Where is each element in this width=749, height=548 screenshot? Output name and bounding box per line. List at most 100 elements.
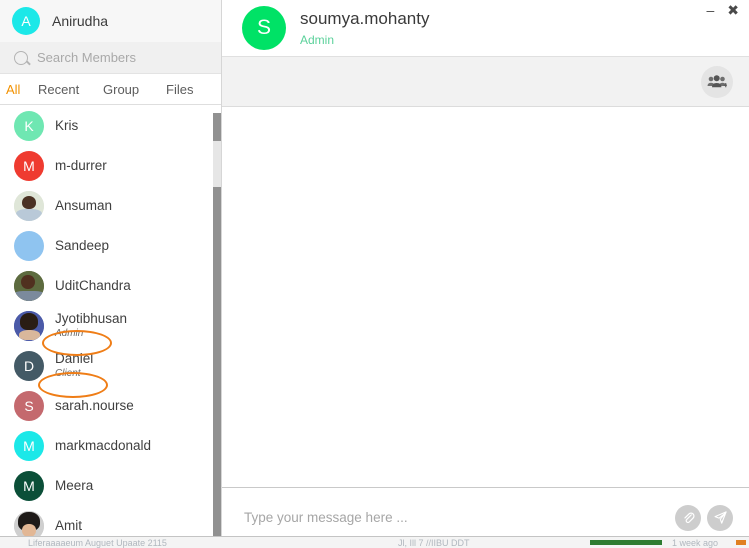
contact-text: Jyotibhusan Admin — [55, 311, 128, 340]
current-user-name: Anirudha — [52, 13, 109, 29]
background-text-mid: Jl, Ill 7 //IIBU DDT — [398, 538, 470, 548]
chat-panel: S soumya.mohanty Admin – ✖ — [222, 0, 749, 548]
active-tab-caret-icon — [8, 96, 19, 103]
contact-text: Ansuman — [55, 197, 113, 213]
contact-role: Admin — [55, 328, 84, 340]
contact-list[interactable]: K Kris Mm-durrer Ansuman Sandeep UditChandra J… — [0, 106, 221, 548]
contact-avatar[interactable]: M — [14, 431, 44, 461]
contact-text: Sandeep — [55, 237, 110, 253]
add-group-members-icon — [707, 74, 727, 87]
contact-row[interactable]: Mmarkmacdonald — [0, 426, 221, 466]
chat-header-text: soumya.mohanty Admin — [300, 9, 429, 47]
contact-avatar[interactable]: M — [14, 151, 44, 181]
contact-list-scrollbar[interactable] — [213, 113, 221, 548]
contact-name: Kris — [55, 117, 79, 133]
chat-contact-name: soumya.mohanty — [300, 9, 430, 28]
background-text-right: 1 week ago — [672, 538, 719, 548]
contact-photo — [14, 311, 44, 341]
contact-name: UditChandra — [55, 277, 131, 293]
search-icon — [14, 50, 28, 65]
avatar-initial: S — [24, 398, 34, 414]
contact-list-scroll-thumb[interactable] — [213, 141, 221, 187]
close-icon[interactable]: ✖ — [727, 3, 739, 17]
chat-application-window: A Anirudha All Recent Group Files K Kris Mm-d… — [0, 0, 749, 548]
sidebar-tabs: All Recent Group Files — [0, 74, 221, 105]
contact-avatar[interactable]: M — [14, 471, 44, 501]
background-window-strip: Liferaaaaeum Auguet Upaate 2115 Jl, Ill … — [0, 536, 749, 548]
add-group-members-button[interactable] — [701, 65, 733, 98]
tab-label: Recent — [38, 81, 80, 97]
contact-avatar[interactable] — [14, 191, 44, 221]
tab-label: Group — [103, 81, 140, 97]
contact-name: markmacdonald — [55, 437, 152, 453]
tab-files[interactable]: Files — [166, 82, 193, 97]
contact-role: Client — [55, 368, 81, 380]
minimize-icon[interactable]: – — [706, 3, 714, 17]
contact-text: sarah.nourse — [55, 397, 134, 413]
contact-row[interactable]: Ssarah.nourse — [0, 386, 221, 426]
attach-file-button[interactable] — [675, 504, 701, 531]
composer-actions — [675, 504, 733, 531]
search-members-bar[interactable] — [0, 42, 221, 74]
tab-all[interactable]: All — [6, 81, 21, 103]
contact-text: markmacdonald — [55, 437, 152, 453]
chat-header: S soumya.mohanty Admin – ✖ — [222, 0, 749, 57]
send-message-button[interactable] — [707, 504, 733, 531]
current-user-avatar[interactable]: A — [12, 7, 40, 35]
avatar-initial: S — [256, 16, 271, 39]
contact-name: Meera — [55, 477, 94, 493]
search-input[interactable] — [37, 50, 197, 65]
contact-row[interactable]: Sandeep — [0, 226, 221, 266]
chat-contact-role: Admin — [300, 33, 335, 47]
contact-row[interactable]: Jyotibhusan Admin — [0, 306, 221, 346]
contact-avatar[interactable] — [14, 231, 44, 261]
tab-label: All — [6, 81, 21, 97]
contact-name: Daniel — [55, 351, 94, 367]
avatar-initial: M — [23, 478, 35, 494]
avatar-initial: M — [23, 438, 35, 454]
avatar-initial: A — [21, 13, 31, 29]
current-user-profile-bar[interactable]: A Anirudha — [0, 0, 221, 42]
message-input[interactable] — [244, 510, 675, 525]
contact-row[interactable]: Ansuman — [0, 186, 221, 226]
tab-group[interactable]: Group — [103, 82, 139, 97]
contact-avatar[interactable]: D — [14, 351, 44, 381]
avatar-initial: K — [24, 118, 34, 134]
contact-row[interactable]: UditChandra — [0, 266, 221, 306]
contact-text: m-durrer — [55, 157, 107, 173]
members-sidebar: A Anirudha All Recent Group Files K Kris Mm-d… — [0, 0, 222, 548]
contact-text: Amit — [55, 517, 82, 533]
contact-avatar[interactable]: S — [14, 391, 44, 421]
contact-name: Ansuman — [55, 197, 113, 213]
send-paper-plane-icon — [714, 511, 727, 524]
window-controls: – ✖ — [706, 3, 739, 17]
contact-name: Sandeep — [55, 237, 110, 253]
contact-row[interactable]: K Kris — [0, 106, 221, 146]
background-green-bar — [590, 540, 662, 545]
chat-contact-avatar[interactable]: S — [242, 6, 286, 50]
background-orange-marker — [736, 540, 746, 545]
tab-label: Files — [166, 81, 194, 97]
contact-avatar[interactable] — [14, 271, 44, 301]
contact-photo — [14, 191, 44, 221]
contact-avatar[interactable]: K — [14, 111, 44, 141]
contact-text: Daniel Client — [55, 351, 94, 380]
contact-text: UditChandra — [55, 277, 131, 293]
contact-name: Amit — [55, 517, 82, 533]
contact-text: Kris — [55, 117, 79, 133]
background-text-left: Liferaaaaeum Auguet Upaate 2115 — [28, 538, 167, 548]
avatar-initial: M — [23, 158, 35, 174]
contact-name: sarah.nourse — [55, 397, 134, 413]
contact-name: Jyotibhusan — [55, 311, 128, 327]
contact-row[interactable]: M Meera — [0, 466, 221, 506]
contact-photo — [14, 271, 44, 301]
messages-area[interactable] — [222, 107, 749, 487]
paperclip-icon — [683, 512, 695, 524]
contact-name: m-durrer — [55, 157, 107, 173]
contact-row[interactable]: Mm-durrer — [0, 146, 221, 186]
chat-toolbar — [222, 57, 749, 107]
tab-recent[interactable]: Recent — [38, 82, 79, 97]
contact-avatar[interactable] — [14, 311, 44, 341]
contact-row[interactable]: D Daniel Client — [0, 346, 221, 386]
contact-text: Meera — [55, 477, 94, 493]
